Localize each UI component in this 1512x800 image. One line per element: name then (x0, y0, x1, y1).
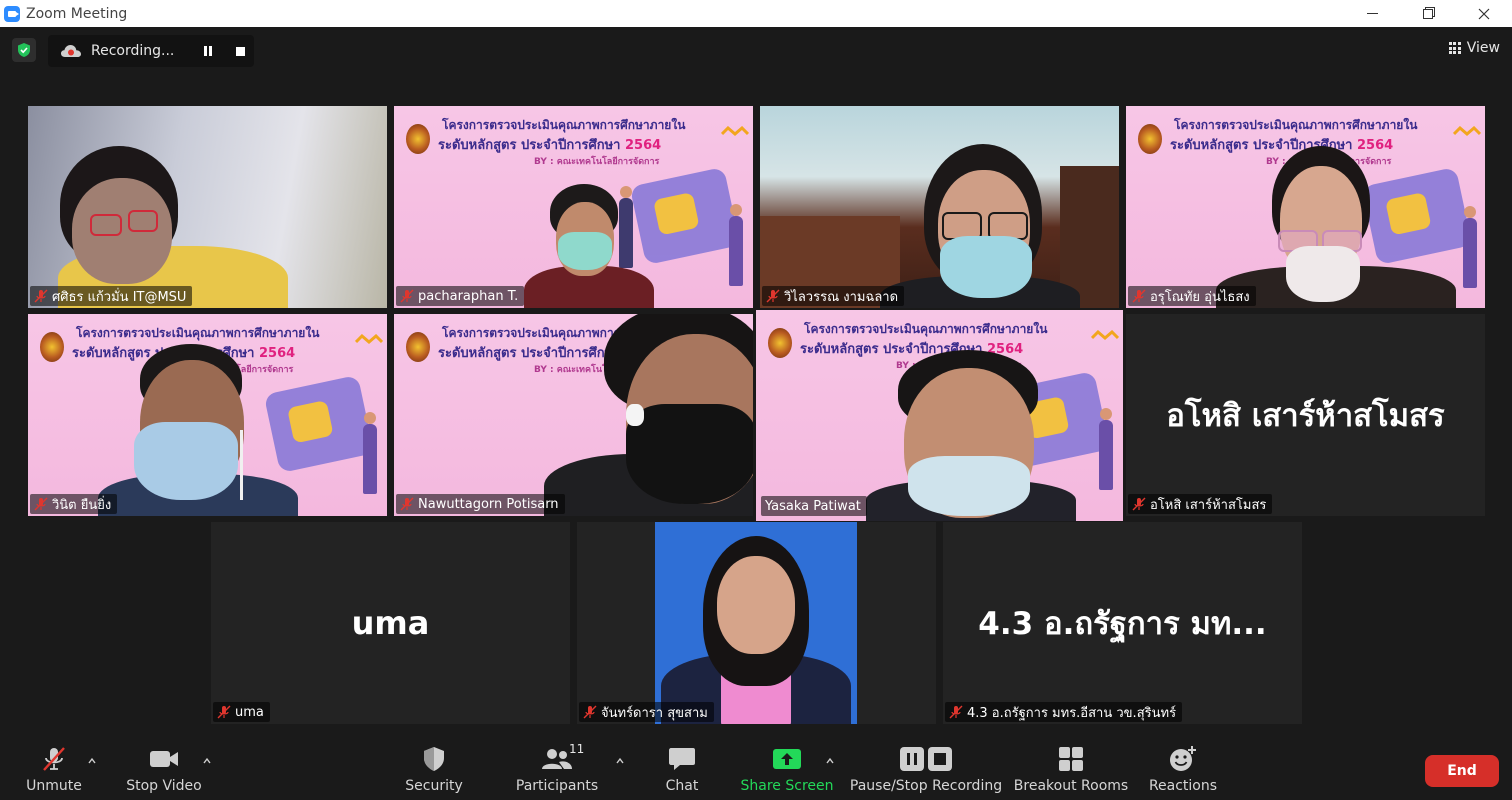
video-tile-active-speaker[interactable]: โครงการตรวจประเมินคุณภาพการศึกษาภายใน ระ… (756, 310, 1123, 521)
cloud-recording-icon (61, 45, 81, 57)
mic-off-icon (43, 747, 65, 771)
audio-options-caret-icon[interactable] (87, 756, 97, 766)
participant-name-tag: จันทร์ดารา สุขสาม (579, 702, 714, 722)
mic-off-icon (1132, 289, 1146, 303)
pause-stop-recording-button[interactable]: Pause/Stop Recording (850, 744, 1002, 794)
participant-name-tag: Yasaka Patiwat (761, 496, 867, 516)
participant-name-tag: อโหสิ เสาร์ห้าสโมสร (1128, 494, 1273, 514)
pause-stop-icon (900, 747, 952, 771)
video-tile-profile-photo[interactable]: จันทร์ดารา สุขสาม (577, 522, 936, 724)
participant-name-tag: ศศิธร แก้วมั่น IT@MSU (30, 286, 193, 306)
pause-recording-button[interactable] (196, 39, 220, 63)
unmute-button[interactable]: Unmute (24, 744, 84, 794)
chat-bubble-icon (669, 748, 695, 770)
minimize-icon (1366, 13, 1378, 14)
video-tile[interactable]: โครงการตรวจประเมินคุณภาพการศึกษาภายใน ระ… (394, 106, 753, 308)
smiley-plus-icon (1170, 746, 1196, 771)
chat-button[interactable]: Chat (660, 744, 704, 794)
mic-off-icon (583, 705, 597, 719)
video-tile-camera-off[interactable]: 4.3 อ.ถรัฐการ มท... 4.3 อ.ถรัฐการ มทร.อี… (943, 522, 1302, 724)
end-meeting-button[interactable]: End (1425, 755, 1499, 787)
share-screen-button[interactable]: Share Screen (741, 744, 834, 794)
stop-video-button[interactable]: Stop Video (124, 744, 204, 794)
window-title-bar: Zoom Meeting (0, 0, 1512, 27)
participant-display-name: 4.3 อ.ถรัฐการ มท... (978, 606, 1267, 642)
mic-off-icon (400, 497, 414, 511)
zoom-logo-icon (4, 5, 20, 22)
video-tile[interactable]: โครงการตรวจประเมินคุณภาพการศึกษาภายใน ระ… (28, 314, 387, 516)
share-screen-icon (773, 749, 801, 769)
recording-indicator: Recording... (48, 35, 254, 67)
participants-options-caret-icon[interactable] (615, 756, 625, 766)
grid-rooms-icon (1059, 747, 1083, 771)
participant-display-name: uma (351, 604, 430, 642)
video-options-caret-icon[interactable] (202, 756, 212, 766)
shield-icon (424, 747, 444, 771)
video-camera-icon (150, 751, 178, 767)
recording-label: Recording... (91, 43, 175, 59)
view-button[interactable]: View (1448, 36, 1500, 60)
participant-name-tag: วินิต ยืนยิ่ง (30, 494, 118, 514)
participant-display-name: อโหสิ เสาร์ห้าสโมสร (1166, 398, 1445, 434)
video-tile[interactable]: โครงการตรวจประเมินคุณภาพการศึกษาภายใน ระ… (1126, 106, 1485, 308)
window-controls (1344, 0, 1512, 27)
maximize-button[interactable] (1400, 0, 1456, 27)
mic-off-icon (766, 289, 780, 303)
participant-name-tag: อรุโณทัย อุ่นไธสง (1128, 286, 1256, 306)
shield-check-icon (18, 43, 30, 57)
video-tile-camera-off[interactable]: uma uma (211, 522, 570, 724)
security-button[interactable]: Security (404, 744, 464, 794)
video-tile[interactable]: วิไลวรรณ งามฉลาด (760, 106, 1119, 308)
stop-recording-button[interactable] (228, 39, 252, 63)
mic-off-icon (34, 289, 48, 303)
restore-icon (1423, 8, 1433, 19)
close-icon (1478, 8, 1490, 19)
mic-off-icon (34, 497, 48, 511)
share-options-caret-icon[interactable] (825, 756, 835, 766)
meeting-toolbar: Unmute Stop Video Security 11 Participan… (0, 732, 1512, 800)
reactions-button[interactable]: Reactions (1148, 744, 1218, 794)
participant-name-tag: uma (213, 702, 270, 722)
close-button[interactable] (1456, 0, 1512, 27)
mic-off-icon (1132, 497, 1146, 511)
view-label: View (1466, 40, 1500, 56)
breakout-rooms-button[interactable]: Breakout Rooms (1014, 744, 1128, 794)
participant-name-tag: วิไลวรรณ งามฉลาด (762, 286, 905, 306)
minimize-button[interactable] (1344, 0, 1400, 27)
profile-photo (655, 522, 857, 724)
video-tile[interactable]: ศศิธร แก้วมั่น IT@MSU (28, 106, 387, 308)
participant-name-tag: 4.3 อ.ถรัฐการ มทร.อีสาน วข.สุรินทร์ (945, 702, 1183, 722)
video-tile-camera-off[interactable]: อโหสิ เสาร์ห้าสโมสร อโหสิ เสาร์ห้าสโมสร (1126, 314, 1485, 516)
mic-off-icon (949, 705, 963, 719)
video-tile[interactable]: โครงการตรวจประเมินคุณภาพการศึกษาภายใน ระ… (394, 314, 753, 516)
participants-button[interactable]: 11 Participants (515, 742, 599, 794)
mic-off-icon (400, 289, 414, 303)
grid-view-icon (1448, 42, 1461, 54)
window-title: Zoom Meeting (26, 5, 128, 22)
participant-name-tag: pacharaphan T. (396, 286, 525, 306)
participants-count: 11 (569, 742, 585, 756)
mic-off-icon (217, 705, 231, 719)
encryption-shield-button[interactable] (12, 38, 36, 62)
participant-name-tag: Nawuttagorn Potisarn (396, 494, 565, 514)
